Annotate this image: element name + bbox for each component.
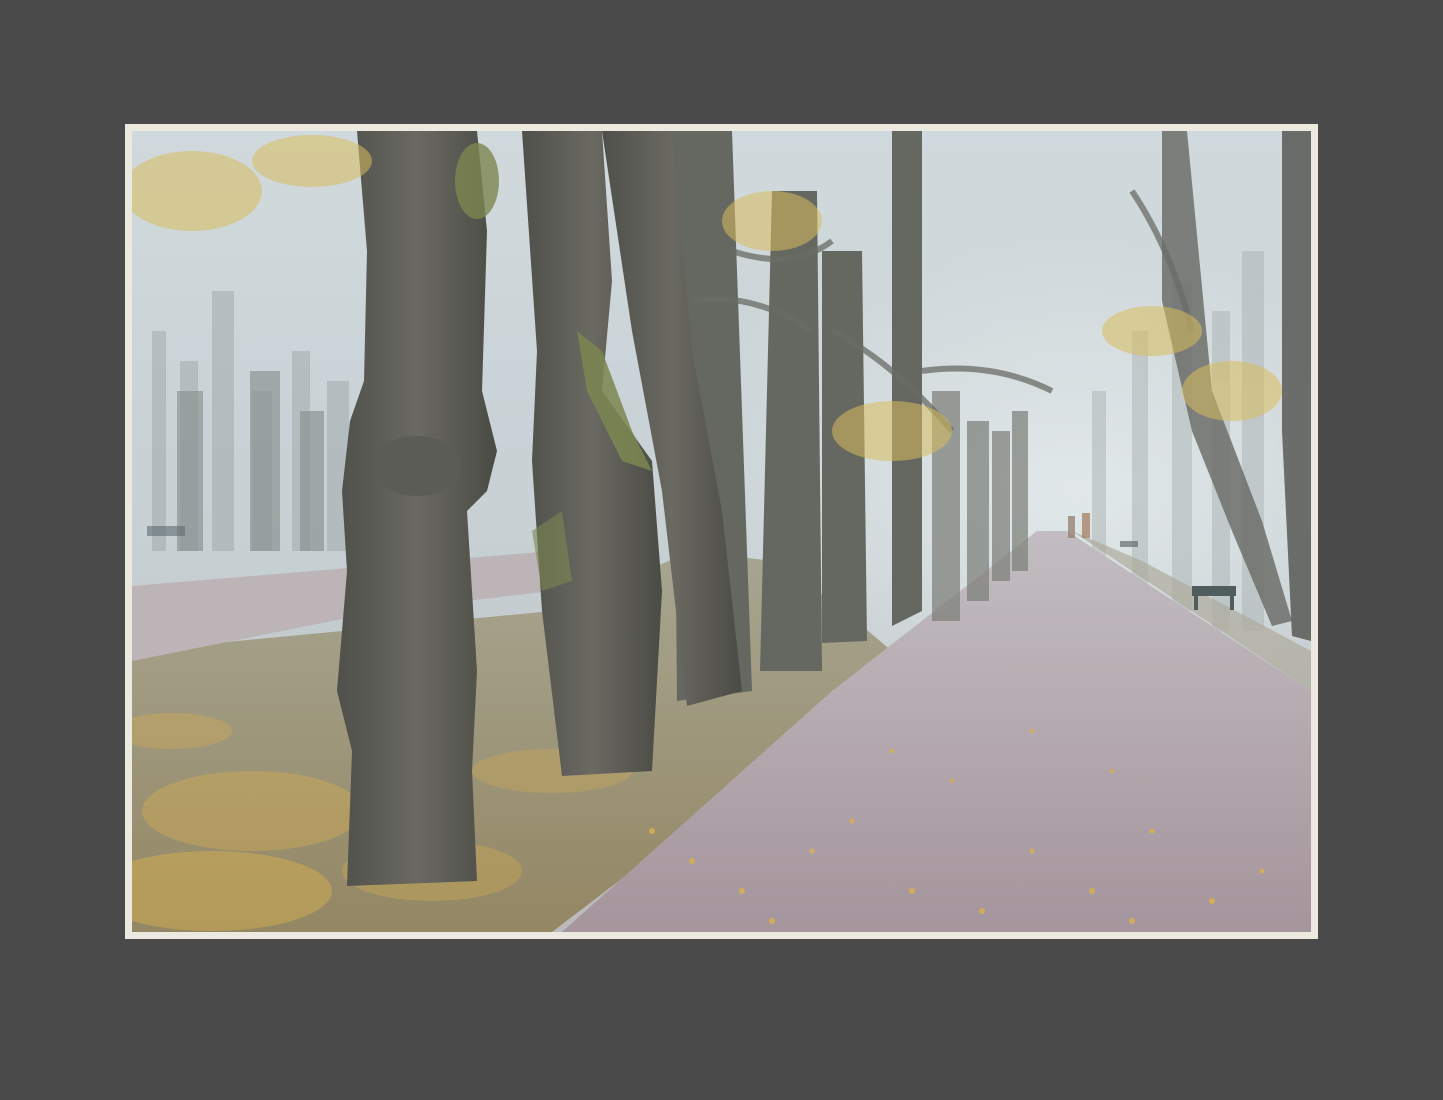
fog-veil [132,131,1311,932]
photograph [132,131,1311,932]
photo-scene [132,131,1311,932]
